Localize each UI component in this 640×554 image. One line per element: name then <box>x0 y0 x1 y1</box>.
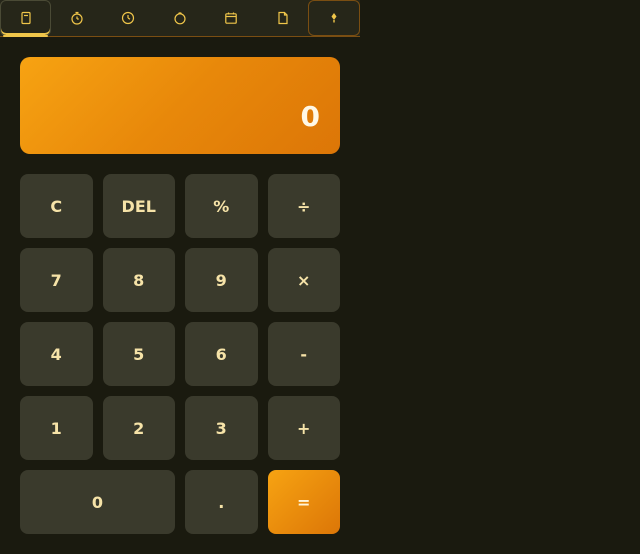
stopwatch-icon <box>71 11 83 25</box>
add-button[interactable]: + <box>267 396 340 460</box>
percent-button[interactable]: % <box>185 174 258 238</box>
digit-2-button[interactable]: 2 <box>102 396 175 460</box>
tab-stopwatch[interactable] <box>51 0 102 36</box>
decimal-button[interactable]: . <box>185 470 258 534</box>
calculator-app: 0 C DEL % ÷ 7 8 9 × 4 5 6 - 1 2 3 + 0 . … <box>0 0 640 554</box>
digit-6-button[interactable]: 6 <box>185 322 258 386</box>
tab-clock[interactable] <box>103 0 154 36</box>
digit-4-button[interactable]: 4 <box>20 322 93 386</box>
tab-calculator[interactable] <box>0 0 52 37</box>
digit-9-button[interactable]: 9 <box>185 248 258 312</box>
tab-calendar[interactable] <box>206 0 257 36</box>
keypad: C DEL % ÷ 7 8 9 × 4 5 6 - 1 2 3 + 0 . = <box>20 174 340 534</box>
clear-button[interactable]: C <box>20 174 93 238</box>
theme-toggle-button[interactable] <box>308 0 360 36</box>
digit-5-button[interactable]: 5 <box>102 322 175 386</box>
tab-timer[interactable] <box>154 0 205 36</box>
subtract-button[interactable]: - <box>267 322 340 386</box>
clock-icon <box>122 11 135 25</box>
equals-button[interactable]: = <box>267 470 340 534</box>
display-value: 0 <box>300 100 320 133</box>
digit-1-button[interactable]: 1 <box>20 396 93 460</box>
calendar-icon <box>225 12 238 24</box>
digit-0-button[interactable]: 0 <box>20 470 175 534</box>
delete-button[interactable]: DEL <box>102 174 175 238</box>
multiply-button[interactable]: × <box>267 248 340 312</box>
calculator-display: 0 <box>20 57 340 154</box>
timer-icon <box>174 12 186 25</box>
palette-icon <box>331 13 337 23</box>
digit-3-button[interactable]: 3 <box>185 396 258 460</box>
top-toolbar <box>0 0 360 37</box>
calculator-icon <box>21 11 31 25</box>
notes-icon <box>278 11 288 25</box>
digit-8-button[interactable]: 8 <box>102 248 175 312</box>
tab-notes[interactable] <box>257 0 308 36</box>
divide-button[interactable]: ÷ <box>267 174 340 238</box>
digit-7-button[interactable]: 7 <box>20 248 93 312</box>
